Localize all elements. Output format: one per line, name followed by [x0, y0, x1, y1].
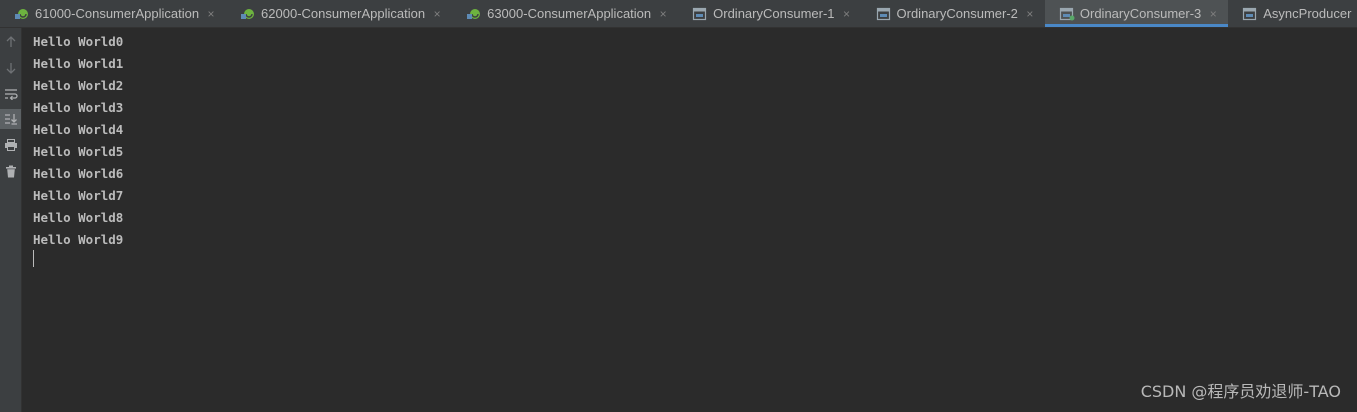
console-line: Hello World2 — [33, 78, 124, 93]
tab-async-producer[interactable]: AsyncProducer × — [1228, 0, 1357, 27]
application-window-icon — [692, 7, 708, 21]
console-line: Hello World9 — [33, 232, 124, 247]
application-window-icon — [1242, 7, 1258, 21]
console-line: Hello World7 — [33, 188, 124, 203]
tab-label: 62000-ConsumerApplication — [261, 6, 426, 21]
close-icon[interactable]: × — [1025, 7, 1035, 21]
run-tabs-bar: 61000-ConsumerApplication × 62000-Consum… — [0, 0, 1357, 28]
console-line: Hello World3 — [33, 100, 124, 115]
tab-62000-consumer-application[interactable]: 62000-ConsumerApplication × — [226, 0, 452, 27]
console-output[interactable]: Hello World0 Hello World1 Hello World2 H… — [22, 28, 1357, 412]
tab-label: OrdinaryConsumer-3 — [1079, 6, 1202, 21]
tab-61000-consumer-application[interactable]: 61000-ConsumerApplication × — [0, 0, 226, 27]
tab-label: 63000-ConsumerApplication — [487, 6, 652, 21]
close-icon[interactable]: × — [842, 7, 852, 21]
scroll-to-end-icon[interactable] — [0, 109, 21, 129]
application-window-icon — [876, 7, 892, 21]
text-caret — [33, 250, 34, 267]
console-line: Hello World4 — [33, 122, 124, 137]
run-tool-window: 61000-ConsumerApplication × 62000-Consum… — [0, 0, 1357, 412]
close-icon[interactable]: × — [658, 7, 668, 21]
tab-63000-consumer-application[interactable]: 63000-ConsumerApplication × — [452, 0, 678, 27]
up-arrow-icon[interactable] — [0, 32, 21, 52]
trash-icon[interactable] — [0, 161, 21, 181]
console-toolbar — [0, 28, 22, 412]
spring-boot-icon — [466, 7, 482, 21]
close-icon[interactable]: × — [432, 7, 442, 21]
console-line: Hello World8 — [33, 210, 124, 225]
close-icon[interactable]: × — [1208, 7, 1218, 21]
console-line: Hello World0 — [33, 34, 124, 49]
close-icon[interactable]: × — [206, 7, 216, 21]
down-arrow-icon[interactable] — [0, 58, 21, 78]
application-window-icon — [1059, 7, 1075, 21]
watermark: CSDN @程序员劝退师-TAO — [1140, 382, 1341, 401]
print-icon[interactable] — [0, 135, 21, 155]
console-line: Hello World5 — [33, 144, 124, 159]
tab-label: AsyncProducer — [1263, 6, 1352, 21]
tab-label: OrdinaryConsumer-2 — [896, 6, 1018, 21]
tab-label: 61000-ConsumerApplication — [35, 6, 200, 21]
soft-wrap-icon[interactable] — [0, 84, 21, 104]
spring-boot-icon — [14, 7, 30, 21]
tab-ordinary-consumer-1[interactable]: OrdinaryConsumer-1 × — [678, 0, 861, 27]
tab-ordinary-consumer-3[interactable]: OrdinaryConsumer-3 × — [1044, 0, 1229, 27]
tab-label: OrdinaryConsumer-1 — [713, 6, 835, 21]
console-lines: Hello World0 Hello World1 Hello World2 H… — [33, 31, 123, 251]
console-line: Hello World6 — [33, 166, 124, 181]
console-line: Hello World1 — [33, 56, 124, 71]
tab-ordinary-consumer-2[interactable]: OrdinaryConsumer-2 × — [862, 0, 1045, 27]
spring-boot-icon — [240, 7, 256, 21]
